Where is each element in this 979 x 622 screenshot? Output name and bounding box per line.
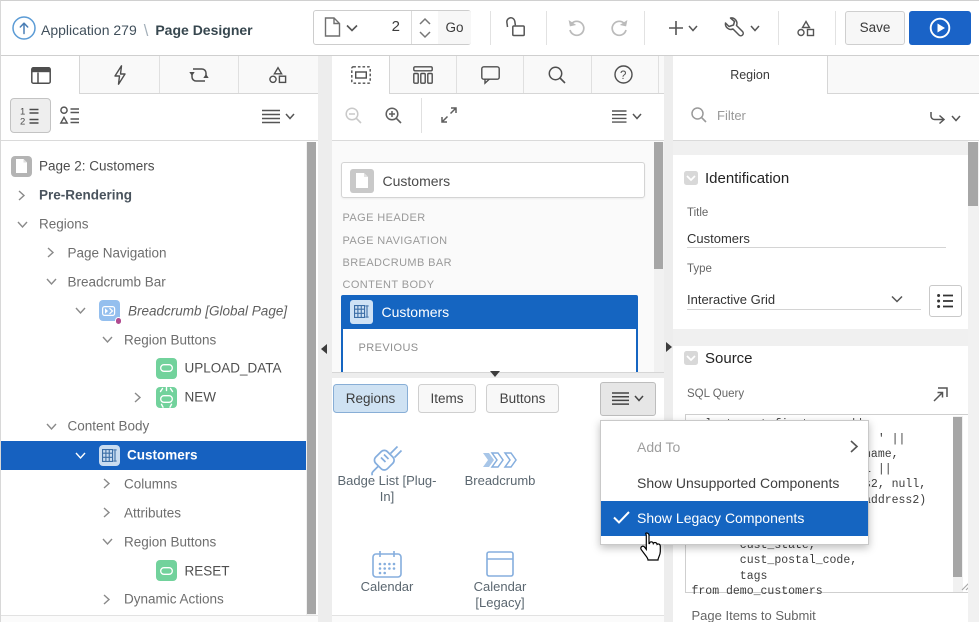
- svg-text:2: 2: [20, 117, 25, 128]
- svg-text:?: ?: [620, 70, 626, 82]
